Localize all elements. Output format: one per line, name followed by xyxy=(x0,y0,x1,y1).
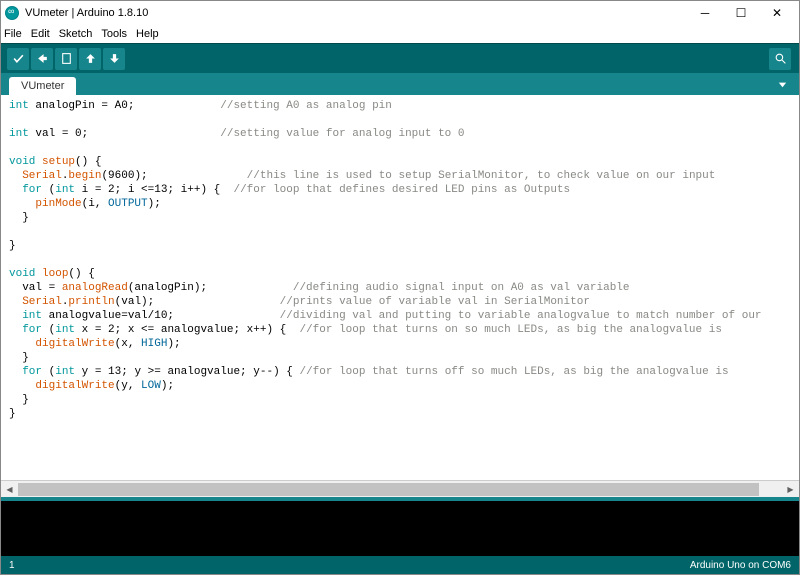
menu-edit[interactable]: Edit xyxy=(31,28,50,40)
menu-help[interactable]: Help xyxy=(136,28,159,40)
save-button[interactable] xyxy=(103,48,125,70)
new-button[interactable] xyxy=(55,48,77,70)
statusbar: 1 Arduino Uno on COM6 xyxy=(1,556,799,574)
scroll-thumb[interactable] xyxy=(18,483,759,496)
arduino-app-icon xyxy=(5,6,19,20)
minimize-button[interactable]: ─ xyxy=(687,1,723,25)
editor: int analogPin = A0; //setting A0 as anal… xyxy=(1,95,799,497)
code-editor[interactable]: int analogPin = A0; //setting A0 as anal… xyxy=(1,95,799,480)
open-button[interactable] xyxy=(79,48,101,70)
upload-button[interactable] xyxy=(31,48,53,70)
toolbar xyxy=(1,43,799,73)
close-button[interactable]: ✕ xyxy=(759,1,795,25)
horizontal-scrollbar[interactable]: ◀ ▶ xyxy=(1,480,799,497)
maximize-button[interactable]: ☐ xyxy=(723,1,759,25)
titlebar: VUmeter | Arduino 1.8.10 ─ ☐ ✕ xyxy=(1,1,799,25)
window-controls: ─ ☐ ✕ xyxy=(687,1,795,25)
tab-vumeter[interactable]: VUmeter xyxy=(9,77,76,95)
menu-sketch[interactable]: Sketch xyxy=(59,28,93,40)
menubar: File Edit Sketch Tools Help xyxy=(1,25,799,43)
output-console[interactable] xyxy=(1,501,799,556)
menu-tools[interactable]: Tools xyxy=(101,28,127,40)
tabbar: VUmeter xyxy=(1,73,799,95)
status-line-number: 1 xyxy=(9,560,15,571)
scroll-track[interactable] xyxy=(18,482,782,497)
tab-label: VUmeter xyxy=(21,80,64,92)
scroll-right-icon[interactable]: ▶ xyxy=(782,482,799,497)
menu-file[interactable]: File xyxy=(4,28,22,40)
serial-monitor-button[interactable] xyxy=(769,48,791,70)
status-board-port: Arduino Uno on COM6 xyxy=(690,560,791,571)
scroll-left-icon[interactable]: ◀ xyxy=(1,482,18,497)
verify-button[interactable] xyxy=(7,48,29,70)
tab-menu-button[interactable] xyxy=(771,74,793,94)
window-title: VUmeter | Arduino 1.8.10 xyxy=(25,7,687,19)
